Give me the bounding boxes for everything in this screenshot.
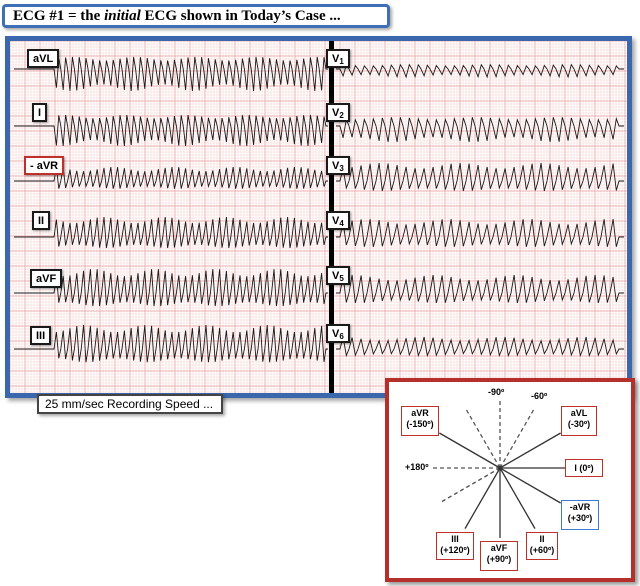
axis-box-aVF: aVF (+90º) xyxy=(480,541,518,571)
label-minus-60: -60º xyxy=(531,391,548,401)
lead-label-I: I xyxy=(32,103,48,122)
lead-label-V6: V6 xyxy=(326,324,350,343)
axis-box-aVR: aVR (-150º) xyxy=(401,406,439,436)
axis-box-neg-aVR: -aVR (+30º) xyxy=(561,500,599,530)
axis-box-aVL: aVL (-30º) xyxy=(561,406,597,436)
lead-label-V4: V4 xyxy=(326,211,350,230)
axis-line-neg-aVR xyxy=(499,467,561,504)
label-minus-90: -90º xyxy=(488,387,505,397)
lead-label-V2: V2 xyxy=(326,103,350,122)
lead-label-aVL: aVL xyxy=(27,49,60,68)
axis-box-I: I (0º) xyxy=(565,459,603,477)
axis-line-II xyxy=(499,467,536,529)
axis-line-aVR xyxy=(439,432,501,469)
lead-label-III: III xyxy=(30,326,52,345)
ecg-tracing-panel: aVL I - aVR II aVF III V1 V2 V3 V4 V5 V6 xyxy=(5,36,632,398)
page-title: ECG #1 = the initial ECG shown in Today’… xyxy=(2,4,390,28)
axis-center-dot xyxy=(498,466,502,470)
axis-line-III xyxy=(464,467,501,529)
recording-speed-label: 25 mm/sec Recording Speed ... xyxy=(37,394,223,414)
axis-dashed-3 xyxy=(464,407,501,469)
lead-label-aVF: aVF xyxy=(30,269,63,288)
axis-dashed-4 xyxy=(439,467,501,504)
lead-label-V1: V1 xyxy=(326,49,350,68)
lead-label-neg-aVR: - aVR xyxy=(24,156,65,175)
label-plus-180: +180º xyxy=(405,462,429,472)
axis-box-III: III (+120º) xyxy=(436,532,474,560)
ecg-tracing xyxy=(10,41,627,393)
lead-label-II: II xyxy=(32,211,51,230)
lead-label-V3: V3 xyxy=(326,156,350,175)
hexaxial-diagram-panel: -90º -60º +180º aVR (-150º) aVL (-30º) I (… xyxy=(385,378,635,582)
axis-dashed-2 xyxy=(499,407,536,469)
axis-box-II: II (+60º) xyxy=(526,532,558,560)
axis-line-aVL xyxy=(499,432,561,469)
lead-label-V5: V5 xyxy=(326,266,350,285)
